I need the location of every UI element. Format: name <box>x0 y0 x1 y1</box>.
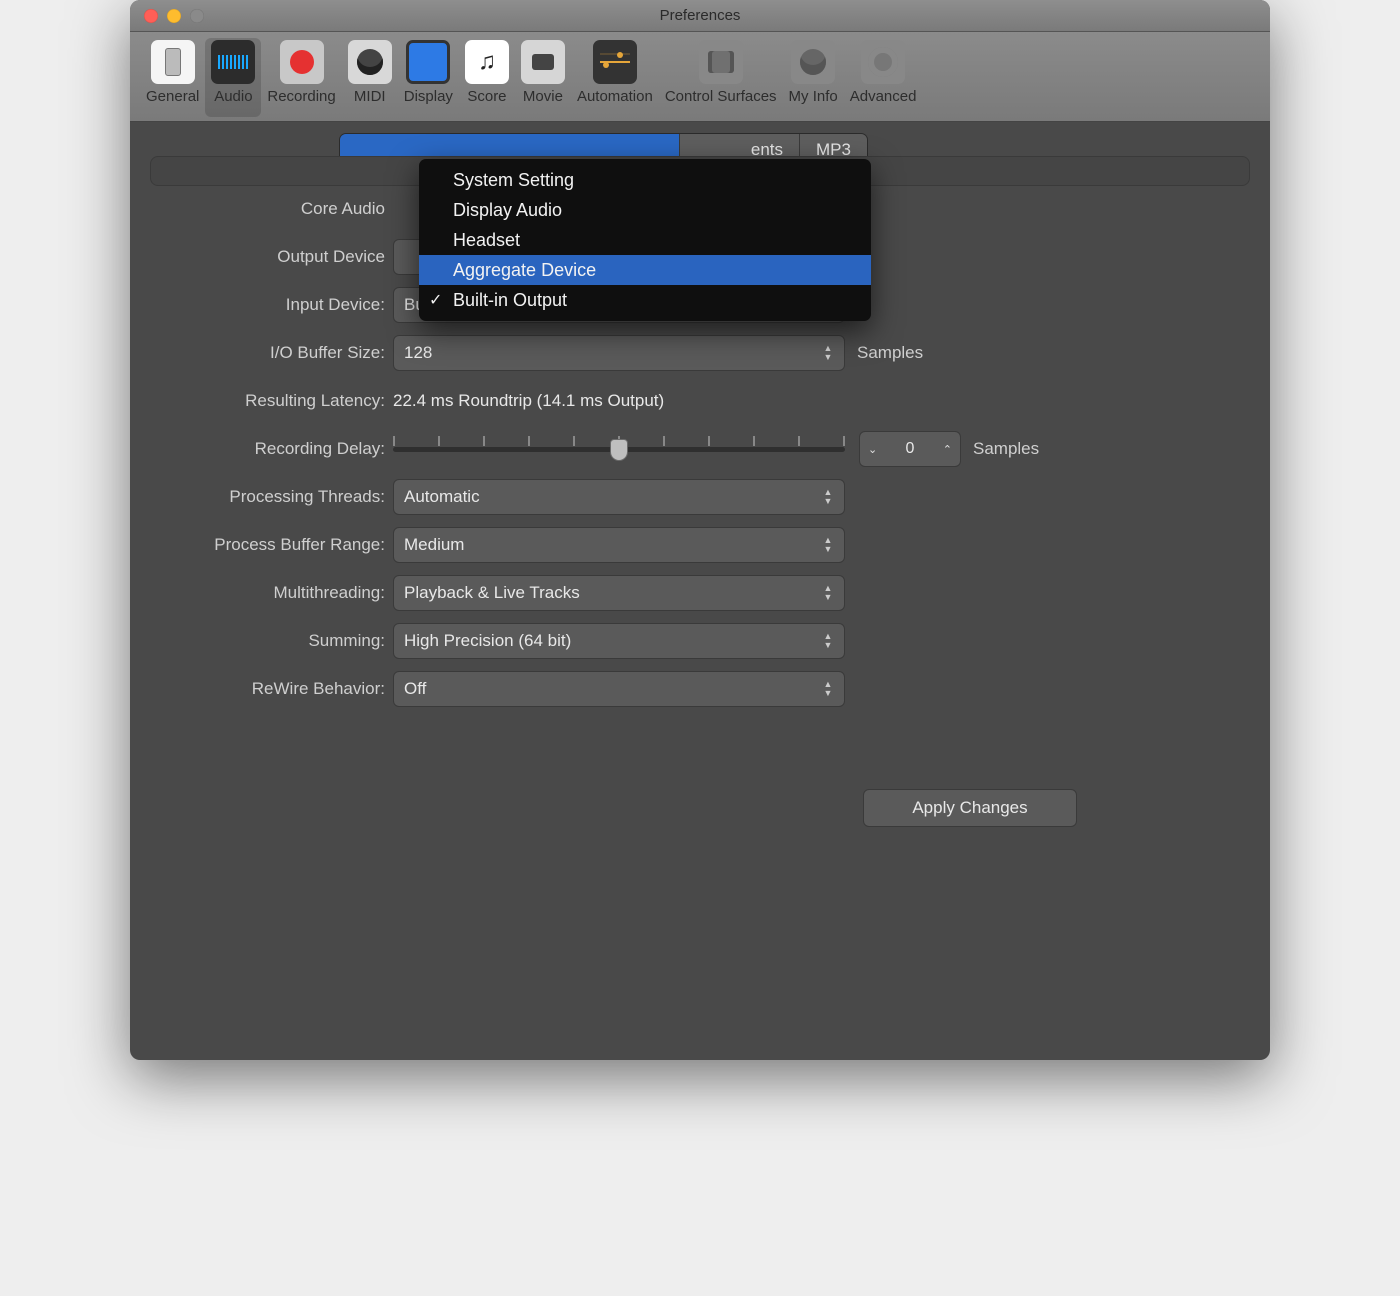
updown-icon: ▲▼ <box>820 532 836 558</box>
toolbar-automation[interactable]: Automation <box>571 38 659 117</box>
toolbar-movie[interactable]: Movie <box>515 38 571 117</box>
latency-label: Resulting Latency: <box>151 391 393 411</box>
processing-threads-label: Processing Threads: <box>151 487 393 507</box>
updown-icon: ▲▼ <box>820 628 836 654</box>
input-device-label: Input Device: <box>151 295 393 315</box>
updown-icon: ▲▼ <box>820 676 836 702</box>
recording-delay-stepper[interactable]: ⌄ 0 ⌃ <box>859 431 961 467</box>
updown-icon: ▲▼ <box>820 340 836 366</box>
slider-thumb[interactable] <box>610 439 628 461</box>
process-buffer-range-label: Process Buffer Range: <box>151 535 393 555</box>
menu-item-headset[interactable]: Headset <box>419 225 871 255</box>
movie-icon <box>521 40 565 84</box>
toolbar-recording[interactable]: Recording <box>261 38 341 117</box>
chevron-down-icon[interactable]: ⌄ <box>868 443 877 456</box>
menu-item-aggregate-device[interactable]: Aggregate Device <box>419 255 871 285</box>
sliders-icon <box>699 40 743 84</box>
updown-icon: ▲▼ <box>820 580 836 606</box>
rewire-behavior-label: ReWire Behavior: <box>151 679 393 699</box>
apply-changes-button[interactable]: Apply Changes <box>863 789 1077 827</box>
waveform-icon <box>211 40 255 84</box>
processing-threads-select[interactable]: Automatic ▲▼ <box>393 479 845 515</box>
toolbar-audio[interactable]: Audio <box>205 38 261 117</box>
toolbar-display[interactable]: Display <box>398 38 459 117</box>
updown-icon: ▲▼ <box>820 484 836 510</box>
score-icon <box>465 40 509 84</box>
chevron-up-icon[interactable]: ⌃ <box>943 443 952 456</box>
menu-item-display-audio[interactable]: Display Audio <box>419 195 871 225</box>
menu-item-system-setting[interactable]: System Setting <box>419 165 871 195</box>
titlebar: Preferences <box>130 0 1270 32</box>
gear-icon <box>861 40 905 84</box>
devices-content: Core Audio Output Device ▲▼ Input Device… <box>150 156 1250 186</box>
menu-item-built-in-output[interactable]: ✓Built-in Output <box>419 285 871 315</box>
summing-select[interactable]: High Precision (64 bit) ▲▼ <box>393 623 845 659</box>
recording-delay-label: Recording Delay: <box>151 439 393 459</box>
output-device-label: Output Device <box>151 247 393 267</box>
toolbar-my-info[interactable]: My Info <box>783 38 844 117</box>
process-buffer-range-select[interactable]: Medium ▲▼ <box>393 527 845 563</box>
rewire-behavior-select[interactable]: Off ▲▼ <box>393 671 845 707</box>
display-icon <box>406 40 450 84</box>
toolbar-midi[interactable]: MIDI <box>342 38 398 117</box>
switch-icon <box>151 40 195 84</box>
multithreading-select[interactable]: Playback & Live Tracks ▲▼ <box>393 575 845 611</box>
automation-icon <box>593 40 637 84</box>
toolbar-control-surfaces[interactable]: Control Surfaces <box>659 38 783 117</box>
recording-delay-slider[interactable] <box>393 447 845 452</box>
person-icon <box>791 40 835 84</box>
toolbar-general[interactable]: General <box>140 38 205 117</box>
multithreading-label: Multithreading: <box>151 583 393 603</box>
midi-icon <box>348 40 392 84</box>
latency-value: 22.4 ms Roundtrip (14.1 ms Output) <box>393 391 664 411</box>
checkmark-icon: ✓ <box>429 290 442 310</box>
preferences-window: Preferences General Audio Recording MIDI… <box>130 0 1270 1060</box>
io-buffer-select[interactable]: 128 ▲▼ <box>393 335 845 371</box>
preferences-toolbar: General Audio Recording MIDI Display Sco… <box>130 32 1270 122</box>
io-buffer-label: I/O Buffer Size: <box>151 343 393 363</box>
core-audio-label: Core Audio <box>151 199 393 219</box>
output-device-menu[interactable]: System Setting Display Audio Headset Agg… <box>419 159 871 321</box>
toolbar-advanced[interactable]: Advanced <box>844 38 923 117</box>
summing-label: Summing: <box>151 631 393 651</box>
recording-delay-suffix: Samples <box>973 439 1039 459</box>
toolbar-score[interactable]: Score <box>459 38 515 117</box>
record-icon <box>280 40 324 84</box>
io-buffer-suffix: Samples <box>857 343 923 363</box>
window-title: Preferences <box>130 7 1270 24</box>
